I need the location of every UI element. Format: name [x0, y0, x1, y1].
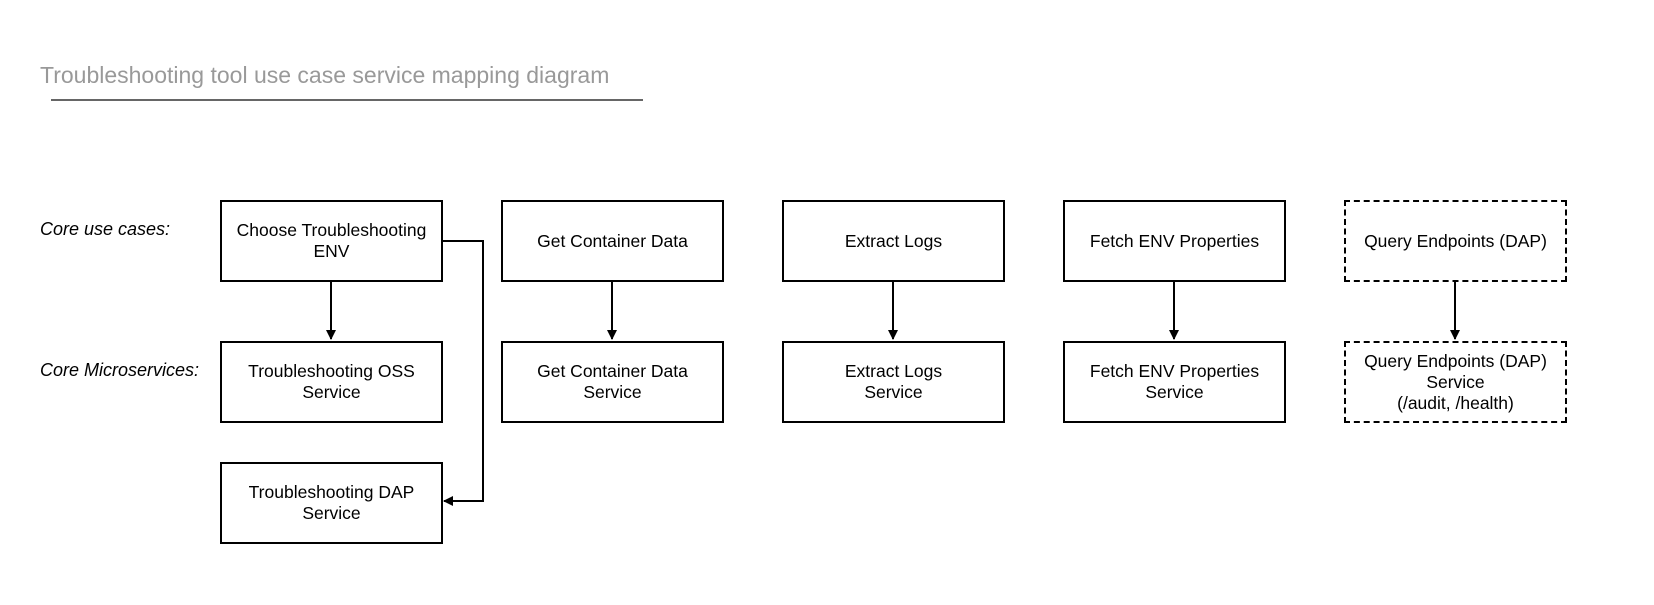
service-extract-logs[interactable]: Extract Logs Service	[782, 341, 1005, 423]
service-troubleshooting-oss[interactable]: Troubleshooting OSS Service	[220, 341, 443, 423]
service-troubleshooting-dap[interactable]: Troubleshooting DAP Service	[220, 462, 443, 544]
use-case-get-container-data[interactable]: Get Container Data	[501, 200, 724, 282]
service-get-container-data[interactable]: Get Container Data Service	[501, 341, 724, 423]
use-case-fetch-env-properties[interactable]: Fetch ENV Properties	[1063, 200, 1286, 282]
row-label-microservices: Core Microservices:	[40, 360, 200, 380]
use-case-choose-env[interactable]: Choose Troubleshooting ENV	[220, 200, 443, 282]
service-query-endpoints[interactable]: Query Endpoints (DAP) Service (/audit, /…	[1344, 341, 1567, 423]
row-label-use-cases: Core use cases:	[40, 219, 171, 239]
use-case-extract-logs[interactable]: Extract Logs	[782, 200, 1005, 282]
service-fetch-env-properties[interactable]: Fetch ENV Properties Service	[1063, 341, 1286, 423]
arrow-choose-env-to-dap-service	[443, 240, 484, 506]
use-case-query-endpoints[interactable]: Query Endpoints (DAP)	[1344, 200, 1567, 282]
diagram-title: Troubleshooting tool use case service ma…	[40, 62, 610, 88]
title-underline	[51, 99, 643, 101]
